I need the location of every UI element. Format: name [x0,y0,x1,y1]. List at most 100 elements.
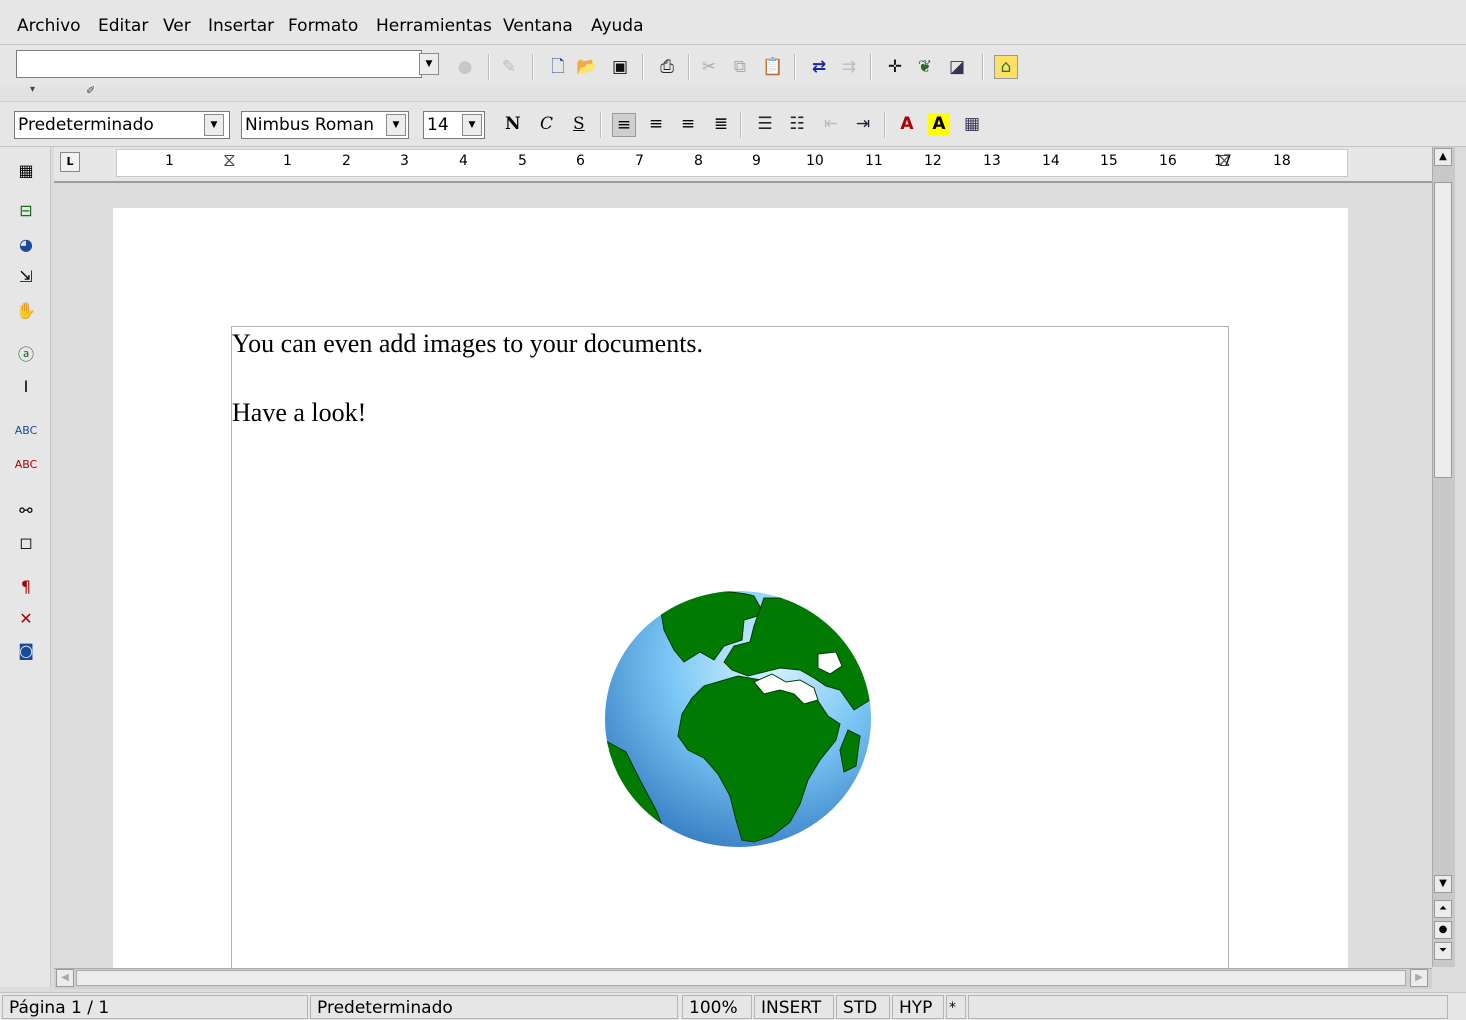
scroll-left-button[interactable]: ◀ [56,969,74,987]
next-page-button[interactable]: ⏷ [1434,942,1452,960]
save-icon[interactable]: ▣ [609,56,631,78]
online-layout-icon[interactable]: ◙ [14,639,38,663]
insert-object-icon[interactable]: ◕ [14,233,38,257]
font-name-dropdown[interactable]: ▼ [386,114,406,136]
scroll-up-button[interactable]: ▲ [1434,148,1452,166]
url-input[interactable] [16,50,422,78]
text-cursor-icon[interactable]: Ⅰ [14,375,38,399]
print-icon[interactable]: ⎙ [656,56,678,78]
decrease-indent-icon[interactable]: ⇤ [820,113,842,135]
increase-indent-icon[interactable]: ⇥ [852,113,874,135]
toolbar-separator [488,54,490,80]
page-style-indicator[interactable]: Predeterminado [310,995,678,1019]
font-name-select[interactable]: Nimbus Roman [241,111,409,139]
ruler-label: 11 [865,153,883,169]
paragraph-style-select[interactable]: Predeterminado [14,111,230,139]
highlight-icon[interactable]: A [928,113,950,135]
nonprinting-characters-icon[interactable]: ¶ [14,575,38,599]
left-indent-marker[interactable]: ⧖ [223,150,236,171]
insert-table-icon[interactable]: ▦ [14,159,38,183]
gallery-icon[interactable]: ◪ [946,56,968,78]
pin-icon[interactable]: ✐ [86,84,95,97]
ruler-label: 12 [924,153,942,169]
menu-herramientas[interactable]: Herramientas [376,16,492,36]
paragraph-style-dropdown[interactable]: ▼ [204,114,224,136]
italic-button[interactable]: C [540,114,553,134]
toolbar-separator [688,54,690,80]
edit-file-icon[interactable]: ✎ [498,56,520,78]
zoom-indicator[interactable]: 100% [682,995,752,1019]
align-right-icon[interactable]: ≡ [677,113,699,135]
menu-ayuda[interactable]: Ayuda [591,16,644,36]
new-document-icon[interactable]: 🗋 [547,56,569,78]
cut-icon[interactable]: ✂ [698,56,720,78]
horizontal-scroll-thumb[interactable] [76,970,1406,986]
horizontal-ruler[interactable]: 1 ⧖ 1 2 3 4 5 6 7 8 9 10 11 12 13 14 15 … [116,149,1348,177]
select-icon[interactable]: ⇲ [14,265,38,289]
load-url-icon[interactable]: ● [454,56,476,78]
toolbar-separator [740,112,742,138]
collapse-arrow-icon[interactable]: ▾ [30,84,35,95]
ruler-label: 13 [983,153,1001,169]
hyperlink-mode-indicator[interactable]: HYP [892,995,944,1019]
font-color-icon[interactable]: A [896,113,918,135]
menu-editar[interactable]: Editar [98,16,148,36]
insert-fields-icon[interactable]: ⊟ [14,199,38,223]
numbering-icon[interactable]: ☰ [754,113,776,135]
selection-mode-indicator[interactable]: STD [836,995,890,1019]
ruler-label: 9 [752,153,761,169]
font-size-value: 14 [427,115,449,135]
font-size-dropdown[interactable]: ▼ [462,114,482,136]
scroll-right-button[interactable]: ▶ [1410,969,1428,987]
toolbar-handle-strip: ▾ ✐ [0,84,1466,102]
url-dropdown-button[interactable]: ▼ [419,53,439,75]
menu-insertar[interactable]: Insertar [208,16,274,36]
align-center-icon[interactable]: ≡ [645,113,667,135]
graphics-off-icon[interactable]: ✕ [14,607,38,631]
align-left-icon[interactable]: ≡ [612,113,636,137]
status-bar: Página 1 / 1 Predeterminado 100% INSERT … [0,992,1466,1020]
tab-type-button[interactable]: L [60,152,80,172]
menu-archivo[interactable]: Archivo [17,16,81,36]
background-color-icon[interactable]: ▦ [961,113,983,135]
spellcheck-icon[interactable]: ABC [14,419,38,443]
toolbar-separator [982,54,984,80]
page-indicator[interactable]: Página 1 / 1 [2,995,308,1019]
underline-button[interactable]: S [573,114,585,134]
paste-icon[interactable]: 📋 [762,56,784,78]
redo-icon[interactable]: ⇉ [838,56,860,78]
menu-bar: Archivo Editar Ver Insertar Formato Herr… [0,0,1466,45]
bold-button[interactable]: N [505,114,521,134]
data-sources-icon[interactable]: ◻ [14,531,38,555]
justify-icon[interactable]: ≣ [710,113,732,135]
status-empty-field [968,995,1448,1019]
find-replace-icon[interactable]: ⚯ [14,499,38,523]
open-icon[interactable]: 📂 [576,56,598,78]
paragraph-2[interactable]: Have a look! [232,398,366,428]
previous-page-button[interactable]: ⏶ [1434,900,1452,918]
toolbar-separator [600,112,602,138]
scroll-down-button[interactable]: ▼ [1434,875,1452,893]
paragraph-1[interactable]: You can even add images to your document… [232,329,703,359]
right-indent-marker[interactable]: ⧖ [1218,150,1231,171]
globe-image[interactable] [604,590,872,848]
text-animation-icon[interactable]: ⓐ [14,343,38,367]
show-draw-functions-icon[interactable]: ⌂ [994,55,1018,79]
bullets-icon[interactable]: ☷ [786,113,808,135]
ruler-label: 6 [576,153,585,169]
copy-icon[interactable]: ⧉ [729,56,751,78]
toolbar-separator [642,54,644,80]
form-controls-icon[interactable]: ✋ [14,299,38,323]
menu-ver[interactable]: Ver [163,16,191,36]
ruler-label: 14 [1042,153,1060,169]
vertical-scroll-thumb[interactable] [1434,182,1452,478]
menu-ventana[interactable]: Ventana [503,16,573,36]
insert-mode-indicator[interactable]: INSERT [754,995,834,1019]
toolbar-separator [532,54,534,80]
autospellcheck-icon[interactable]: ABC [14,453,38,477]
navigation-button[interactable]: ● [1434,921,1452,939]
undo-icon[interactable]: ⇄ [808,56,830,78]
menu-formato[interactable]: Formato [288,16,358,36]
navigator-icon[interactable]: ✛ [884,56,906,78]
stylist-icon[interactable]: ❦ [914,56,936,78]
